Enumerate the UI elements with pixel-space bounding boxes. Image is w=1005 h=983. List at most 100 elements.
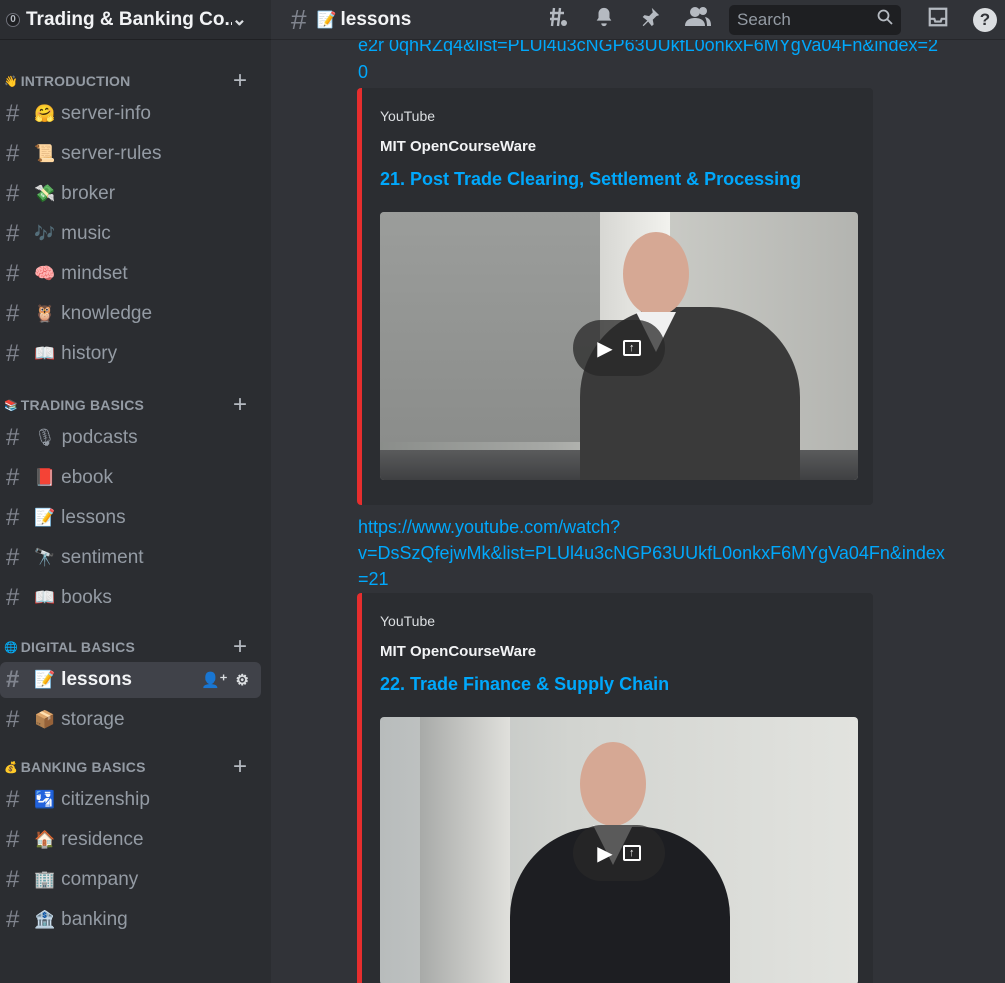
play-icon: ▶ [597,842,613,865]
hash-icon: # [6,504,20,531]
hash-icon: # [6,340,20,367]
embed-title[interactable]: 22. Trade Finance & Supply Chain [380,674,855,695]
youtube-embed: YouTube MIT OpenCourseWare 21. Post Trad… [357,88,873,505]
open-external-icon[interactable]: ↑ [622,845,641,861]
channel-item[interactable]: # 🎙 podcasts [0,420,261,456]
chevron-down-icon[interactable]: ⌄ [232,9,247,30]
channel-item[interactable]: # 📕 ebook [0,460,261,496]
message-link[interactable]: https://www.youtube.com/watch? [358,514,620,540]
channel-item[interactable]: # 📦 storage [0,702,261,738]
add-channel-icon[interactable]: + [233,393,247,417]
hash-icon: # [6,906,20,933]
hash-icon: # [6,424,20,451]
embed-author[interactable]: MIT OpenCourseWare [380,138,855,155]
channel-name: banking [61,909,128,930]
server-name: Trading & Banking Co... [26,8,232,30]
hash-icon: # [6,786,20,813]
channel-item[interactable]: # 🦉 knowledge [0,296,261,332]
channel-emoji: 🧠 [34,264,56,283]
open-external-icon[interactable]: ↑ [622,340,641,356]
embed-provider[interactable]: YouTube [380,613,855,629]
channel-item[interactable]: # 🤗 server-info [0,96,261,132]
category-header[interactable]: 👋 INTRODUCTION + [0,69,271,93]
message-link-partial-end[interactable]: 0 [358,59,368,85]
member-list-icon[interactable] [685,6,711,34]
channel-name: storage [61,709,125,730]
video-thumbnail[interactable]: ▶ ↑ [380,212,858,480]
channel-item[interactable]: # 📖 history [0,336,261,372]
channel-name: knowledge [61,303,153,324]
channel-emoji: 📖 [34,588,56,607]
hash-icon: # [6,140,20,167]
channel-emoji: 🤗 [34,104,56,123]
bell-icon[interactable] [593,6,615,34]
message-link-partial[interactable]: e2r 0qhRZq4&list=PLUl4u3cNGP63UUkfL0onkx… [358,40,938,58]
channel-name: lessons [61,507,126,528]
message-link-line3[interactable]: =21 [358,566,389,592]
category-header[interactable]: 💰 BANKING BASICS + [0,755,271,779]
channel-item[interactable]: # 📝 lessons [0,500,261,536]
category-header[interactable]: 📚 TRADING BASICS + [0,393,271,417]
gear-icon[interactable]: ⚙ [236,671,249,689]
category-name: BANKING BASICS [20,759,146,775]
channel-item[interactable]: # 🧠 mindset [0,256,261,292]
add-channel-icon[interactable]: + [233,755,247,779]
search-placeholder: Search [737,9,791,29]
search-icon [877,9,893,30]
channel-item[interactable]: # 🏢 company [0,862,261,898]
channel-name: sentiment [61,547,144,568]
hash-icon: # [6,260,20,287]
channel-item[interactable]: # 🛂 citizenship [0,782,261,818]
channel-name: history [61,343,118,364]
server-header[interactable]: 0 Trading & Banking Co... ⌄ [0,0,271,40]
category-header[interactable]: 🌐 DIGITAL BASICS + [0,635,271,659]
hash-icon: # [6,100,20,127]
channel-emoji: 📝 [34,508,56,527]
channel-emoji: 📖 [34,344,56,363]
channel-item[interactable]: # 🏦 banking [0,902,261,938]
channel-item[interactable]: # 🔭 sentiment [0,540,261,576]
help-icon[interactable]: ? [973,7,997,32]
embed-provider[interactable]: YouTube [380,108,855,124]
channel-emoji: 💸 [34,184,56,203]
search-input[interactable]: Search [729,4,901,35]
message-link-line2[interactable]: v=DsSzQfejwMk&list=PLUl4u3cNGP63UUkfL0on… [358,540,945,566]
pin-icon[interactable] [639,6,661,34]
channel-emoji: 🏢 [34,870,56,889]
embed-author[interactable]: MIT OpenCourseWare [380,643,855,660]
channel-item[interactable]: # 🏠 residence [0,822,261,858]
channel-emoji: 🎙 [34,428,56,447]
channel-name: broker [61,183,116,204]
add-channel-icon[interactable]: + [233,635,247,659]
channel-item[interactable]: # 📖 books [0,580,261,616]
channel-item[interactable]: # 🎶 music [0,216,261,252]
play-button[interactable]: ▶ ↑ [573,825,665,881]
message-area: e2r 0qhRZq4&list=PLUl4u3cNGP63UUkfL0onkx… [271,40,1005,983]
add-channel-icon[interactable]: + [233,69,247,93]
channel-name: company [61,869,139,890]
channel-emoji: 📦 [34,710,56,729]
channel-name: server-rules [61,143,162,164]
youtube-embed: YouTube MIT OpenCourseWare 22. Trade Fin… [357,593,873,983]
channel-name: music [61,223,111,244]
threads-icon[interactable] [545,5,569,35]
hash-icon: # [6,300,20,327]
channel-name: mindset [61,263,128,284]
hash-icon: # [6,706,20,733]
channel-name: ebook [61,467,113,488]
channel-item[interactable]: # 📜 server-rules [0,136,261,172]
video-thumbnail[interactable]: ▶ ↑ [380,717,858,983]
hash-icon: # [6,826,20,853]
hash-icon: # [6,544,20,571]
invite-icon[interactable]: 👤⁺ [201,671,228,689]
inbox-icon[interactable] [927,6,949,34]
hash-icon: # [6,584,20,611]
channel-emoji: 🦉 [34,304,56,323]
channel-item[interactable]: # 💸 broker [0,176,261,212]
embed-title[interactable]: 21. Post Trade Clearing, Settlement & Pr… [380,169,855,190]
category-name: TRADING BASICS [20,397,145,413]
hash-icon: # [6,220,20,247]
channel-item[interactable]: # 📝 lessons 👤⁺ ⚙ [0,662,261,698]
channel-name: citizenship [61,789,150,810]
play-button[interactable]: ▶ ↑ [573,320,665,376]
